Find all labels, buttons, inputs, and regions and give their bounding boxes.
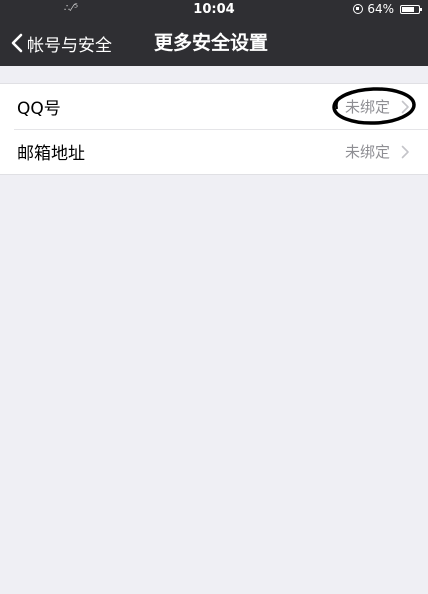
list-item-qq[interactable]: QQ号 未绑定 [0, 84, 428, 129]
chevron-right-icon [401, 100, 409, 113]
item-label-email: 邮箱地址 [17, 144, 85, 164]
list-item-email[interactable]: 邮箱地址 未绑定 [0, 129, 428, 174]
chevron-left-icon [11, 33, 23, 53]
item-value-email: 未绑定 [344, 143, 390, 161]
battery-percent: 64% [367, 2, 394, 16]
item-label-qq: QQ号 [17, 99, 61, 119]
status-bar: ∴⁄⁵ 10:04 64% [0, 0, 428, 20]
navigation-bar: 帐号与安全 更多安全设置 [0, 20, 428, 66]
back-label: 帐号与安全 [27, 35, 112, 56]
rotation-lock-icon [353, 4, 364, 14]
page-title: 更多安全设置 [154, 32, 269, 54]
back-button[interactable]: 帐号与安全 [10, 20, 112, 66]
battery-icon [400, 4, 422, 14]
item-value-qq: 未绑定 [344, 98, 390, 116]
settings-list: QQ号 未绑定 邮箱地址 未绑定 [0, 83, 428, 175]
chevron-right-icon [401, 145, 409, 158]
status-right-group: 64% [353, 2, 422, 16]
